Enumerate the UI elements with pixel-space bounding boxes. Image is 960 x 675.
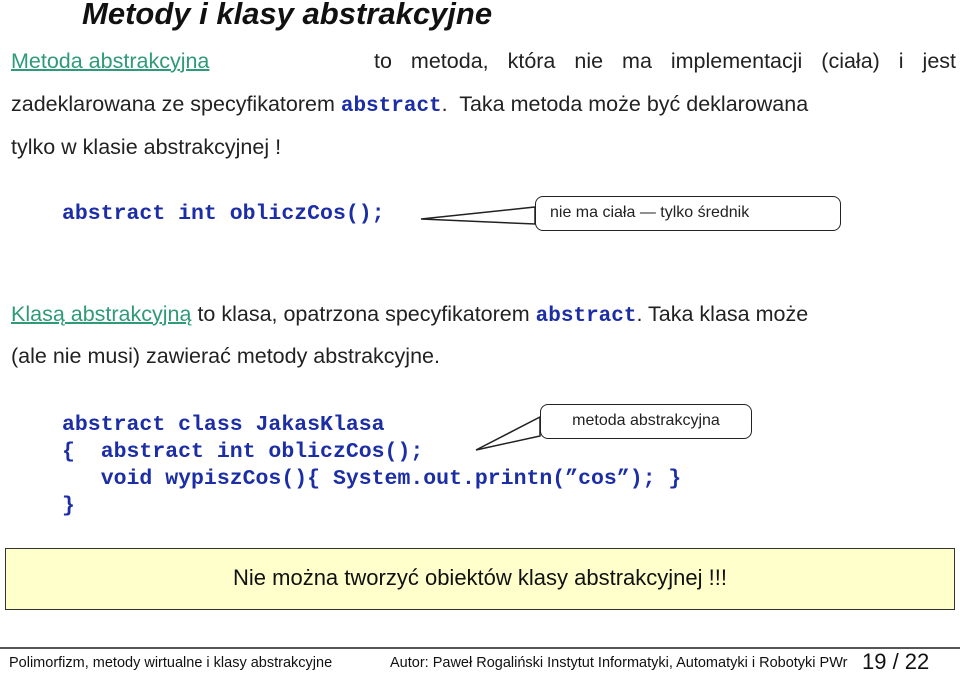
code-line-3: void wypiszCos(){ System.out.printn(”cos…	[62, 467, 682, 491]
paragraph-2-line-1: Klasą abstrakcyjną to klasa, opatrzona s…	[11, 302, 808, 328]
paragraph-2-line-1-text: to klasa, opatrzona specyfikatorem	[197, 302, 530, 326]
callout-2-pointer	[475, 415, 541, 451]
callout-no-body: nie ma ciała — tylko średnik	[535, 196, 841, 231]
footer-lecture-title: Polimorfizm, metody wirtualne i klasy ab…	[9, 655, 333, 671]
warning-note-text: Nie można tworzyć obiektów klasy abstrak…	[233, 565, 727, 590]
callout-1-pointer	[420, 206, 536, 225]
code-line-4: }	[62, 494, 75, 518]
code-line-1: abstract class JakasKlasa	[62, 413, 385, 437]
paragraph-2-line-1-text-b: . Taka klasa może	[636, 302, 809, 326]
footer-author: Autor: Paweł Rogaliński Instytut Informa…	[390, 655, 848, 671]
paragraph-2-line-2: (ale nie musi) zawierać metody abstrakcy…	[11, 344, 440, 368]
code-line-2: { abstract int obliczCos();	[62, 440, 424, 464]
keyword-abstract-2: abstract	[535, 305, 637, 328]
footer-divider	[0, 647, 960, 649]
term-abstract-class[interactable]: Klasą abstrakcyjną	[11, 302, 191, 326]
page-number: 19 / 22	[862, 649, 930, 674]
warning-note: Nie można tworzyć obiektów klasy abstrak…	[5, 548, 955, 610]
callout-abstract-method: metoda abstrakcyjna	[540, 404, 752, 439]
